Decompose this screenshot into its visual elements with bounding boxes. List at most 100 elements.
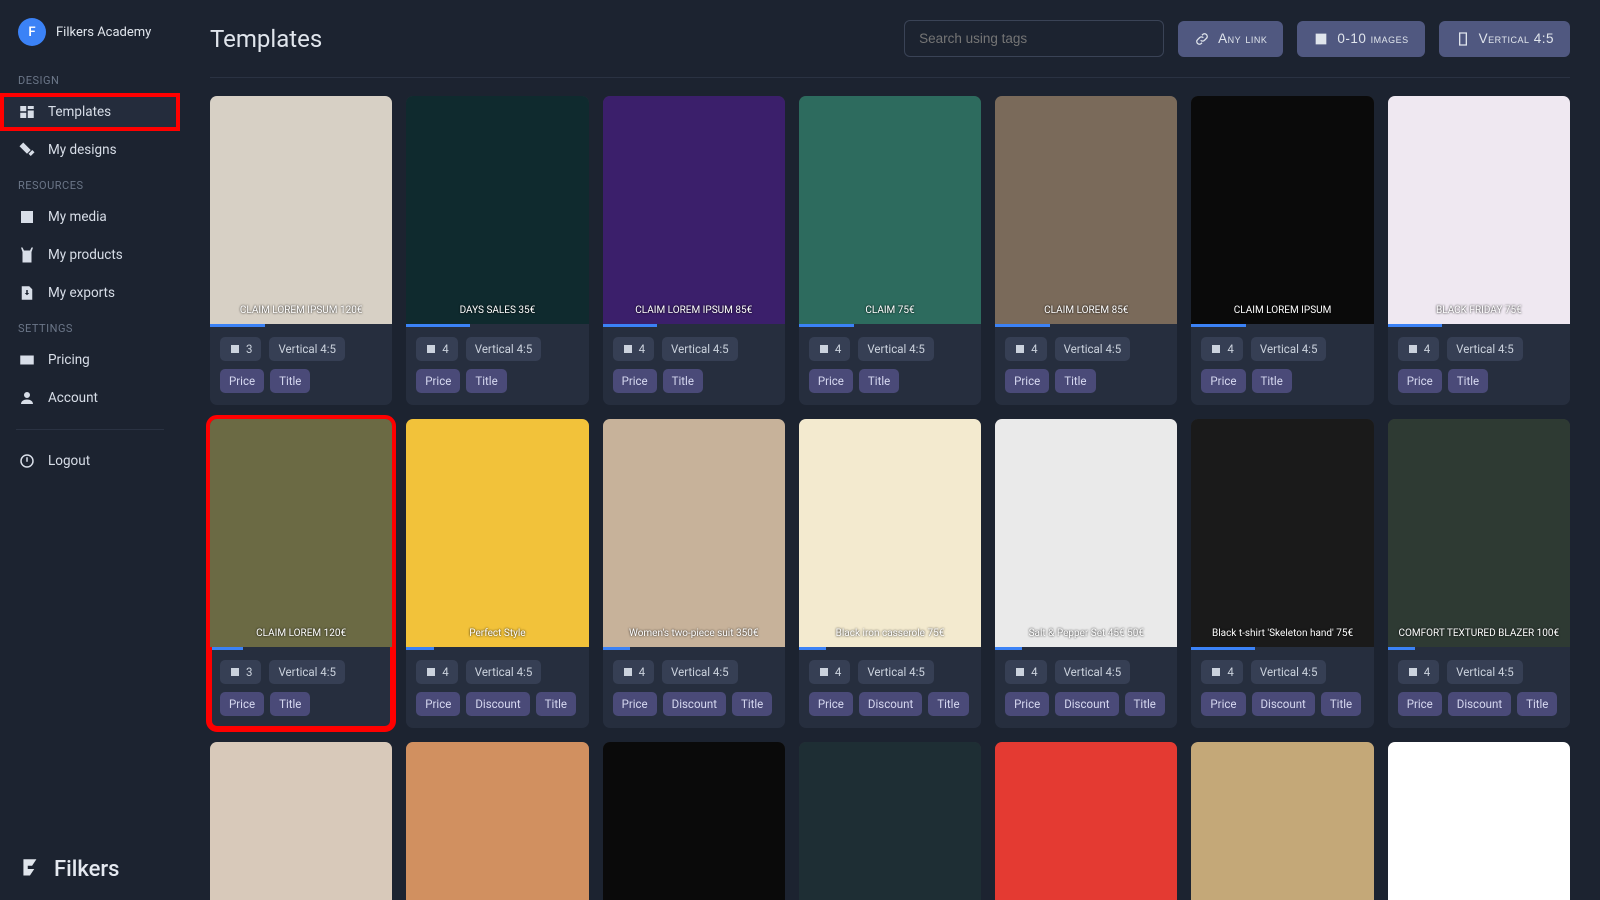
image-count-pill: 4 bbox=[1398, 660, 1439, 684]
template-card[interactable]: CLAIM LOREM IPSUM 120€3Vertical 4:5Price… bbox=[210, 96, 392, 405]
tag[interactable]: Title bbox=[1055, 369, 1095, 393]
filter-images-range[interactable]: 0-10 images bbox=[1297, 21, 1424, 57]
tag[interactable]: Price bbox=[1398, 369, 1442, 393]
template-card[interactable]: Black t-shirt 'Skeleton hand' 75€4Vertic… bbox=[1191, 419, 1373, 728]
tag[interactable]: Discount bbox=[1252, 692, 1315, 716]
template-card[interactable]: CLAIM 75€4Vertical 4:5PriceTitle bbox=[799, 96, 981, 405]
search-field[interactable] bbox=[904, 20, 1164, 57]
image-icon bbox=[229, 343, 241, 355]
template-card[interactable]: OVERSIZE KNITTED PULLOVER4Vertical 4:5 bbox=[1191, 742, 1373, 900]
template-card[interactable]: COMFORT TEXTURED BLAZER 100€4Vertical 4:… bbox=[1388, 419, 1570, 728]
template-card[interactable]: -30% BLACK FRIDAY1Vertical 4:5 bbox=[995, 742, 1177, 900]
nav-my-designs[interactable]: My designs bbox=[0, 131, 180, 169]
template-card[interactable]: DAYS SALES 35€4Vertical 4:5 PriceTitle bbox=[406, 96, 588, 405]
template-card[interactable]: Black iron casserole 75€4Vertical 4:5Pri… bbox=[799, 419, 981, 728]
tag[interactable]: Title bbox=[466, 369, 506, 393]
tag[interactable]: Discount bbox=[859, 692, 922, 716]
template-card[interactable]: BLACK FRIDAY 75€4Vertical 4:5 PriceTitle bbox=[1388, 96, 1570, 405]
template-card[interactable]: BLACK FRIDAY DISCOUNTS4Vertical 4:5 bbox=[1388, 742, 1570, 900]
nav-account[interactable]: Account bbox=[0, 379, 180, 417]
user-profile[interactable]: F Filkers Academy bbox=[0, 18, 180, 64]
template-thumbnail[interactable]: BLACK FRIDAY 75€ bbox=[1388, 96, 1570, 324]
template-card[interactable]: Salt & Pepper Set 45€ 50€4Vertical 4:5Pr… bbox=[995, 419, 1177, 728]
template-thumbnail[interactable]: Salt & Pepper Set 45€ 50€ bbox=[995, 419, 1177, 647]
template-card[interactable]: CLAIM LOREM IPSUM 85€4Vertical 4:5PriceT… bbox=[603, 96, 785, 405]
template-thumbnail[interactable]: CLAIM LOREM IPSUM 120€ bbox=[210, 96, 392, 324]
tag[interactable]: Discount bbox=[663, 692, 726, 716]
nav-my-exports[interactable]: My exports bbox=[0, 274, 180, 312]
template-card[interactable]: CLAIM LOREM IPSUM4Vertical 4:5PriceTitle bbox=[1191, 96, 1373, 405]
template-thumbnail[interactable]: COMFORT TEXTURED BLAZER 100€ bbox=[1388, 419, 1570, 647]
template-thumbnail[interactable]: BLACK FRIDAY 54€ SHOP NOW bbox=[603, 742, 785, 900]
tag[interactable]: Title bbox=[732, 692, 772, 716]
page-title: Templates bbox=[210, 25, 322, 53]
filter-aspect[interactable]: Vertical 4:5 bbox=[1439, 21, 1570, 57]
card-meta-row: 3Vertical 4:5 bbox=[210, 650, 392, 684]
template-card[interactable]: Women's two-piece suit 350€4Vertical 4:5… bbox=[603, 419, 785, 728]
account-icon bbox=[18, 389, 36, 407]
template-card[interactable]: CLAIM LOREM 120€3Vertical 4:5 PriceTitle bbox=[210, 419, 392, 728]
tag[interactable]: Title bbox=[663, 369, 703, 393]
template-thumbnail[interactable]: Women's two-piece suit 350€ bbox=[603, 419, 785, 647]
nav-my-products[interactable]: My products bbox=[0, 236, 180, 274]
tag[interactable]: Title bbox=[1517, 692, 1557, 716]
template-thumbnail[interactable]: OVERSIZE KNITTED PULLOVER bbox=[1191, 742, 1373, 900]
tag[interactable]: Title bbox=[928, 692, 968, 716]
template-card[interactable]: Perfect Style4Vertical 4:5PriceDiscountT… bbox=[406, 419, 588, 728]
template-thumbnail[interactable]: DAYS SALES 35€ bbox=[406, 96, 588, 324]
template-thumbnail[interactable]: MID SEASON SALES 350€ bbox=[406, 742, 588, 900]
tag[interactable]: Price bbox=[416, 369, 460, 393]
tag[interactable]: Price bbox=[220, 692, 264, 716]
template-thumbnail[interactable]: CLAIM LOREM 85€ bbox=[995, 96, 1177, 324]
tag[interactable]: Price bbox=[613, 692, 657, 716]
nav-templates[interactable]: Templates bbox=[0, 93, 180, 131]
tag[interactable]: Price bbox=[1005, 692, 1049, 716]
template-card[interactable]: MID SEASON SALES 350€4Vertical 4:5 bbox=[406, 742, 588, 900]
template-thumbnail[interactable]: CLAIM LOREM 120€ bbox=[210, 419, 392, 647]
tag[interactable]: Title bbox=[1252, 369, 1292, 393]
tag[interactable]: Price bbox=[416, 692, 460, 716]
tag[interactable]: Title bbox=[270, 369, 310, 393]
template-thumbnail[interactable]: CLAIM 75€ bbox=[799, 96, 981, 324]
tag[interactable]: Price bbox=[1201, 692, 1245, 716]
tag[interactable]: Discount bbox=[466, 692, 529, 716]
tag[interactable]: Price bbox=[1005, 369, 1049, 393]
tag[interactable]: Discount bbox=[1448, 692, 1511, 716]
template-thumbnail[interactable]: Perfect Style bbox=[406, 419, 588, 647]
tag[interactable]: Title bbox=[1125, 692, 1165, 716]
card-meta-row: 4Vertical 4:5 bbox=[406, 327, 588, 361]
tag[interactable]: Price bbox=[1201, 369, 1245, 393]
template-thumbnail[interactable]: Advance day eye protect moisturize 75€ 8… bbox=[210, 742, 392, 900]
template-thumbnail[interactable]: BLACK FRIDAY 50% bbox=[799, 742, 981, 900]
search-input[interactable] bbox=[904, 20, 1164, 57]
tag[interactable]: Price bbox=[220, 369, 264, 393]
template-card[interactable]: Advance day eye protect moisturize 75€ 8… bbox=[210, 742, 392, 900]
template-thumbnail[interactable]: CLAIM LOREM IPSUM bbox=[1191, 96, 1373, 324]
tag[interactable]: Price bbox=[809, 692, 853, 716]
template-thumbnail[interactable]: Black t-shirt 'Skeleton hand' 75€ bbox=[1191, 419, 1373, 647]
template-thumbnail[interactable]: BLACK FRIDAY DISCOUNTS bbox=[1388, 742, 1570, 900]
nav-logout[interactable]: Logout bbox=[0, 442, 180, 480]
tag[interactable]: Title bbox=[270, 692, 310, 716]
template-thumbnail[interactable]: -30% BLACK FRIDAY bbox=[995, 742, 1177, 900]
tag[interactable]: Title bbox=[859, 369, 899, 393]
tag[interactable]: Price bbox=[809, 369, 853, 393]
template-thumbnail[interactable]: CLAIM LOREM IPSUM 85€ bbox=[603, 96, 785, 324]
nav-pricing[interactable]: Pricing bbox=[0, 341, 180, 379]
template-thumbnail[interactable]: Black iron casserole 75€ bbox=[799, 419, 981, 647]
template-card[interactable]: BLACK FRIDAY 50%3Vertical 4:5 bbox=[799, 742, 981, 900]
filter-any-link[interactable]: Any link bbox=[1178, 21, 1283, 57]
template-card[interactable]: BLACK FRIDAY 54€ SHOP NOW4Vertical 4:5 bbox=[603, 742, 785, 900]
tag[interactable]: Price bbox=[1398, 692, 1442, 716]
image-icon bbox=[818, 666, 830, 678]
tag[interactable]: Discount bbox=[1055, 692, 1118, 716]
image-count: 4 bbox=[1031, 665, 1037, 679]
tag[interactable]: Title bbox=[536, 692, 576, 716]
card-meta-row: 4Vertical 4:5 bbox=[1388, 327, 1570, 361]
tag[interactable]: Price bbox=[613, 369, 657, 393]
template-card[interactable]: CLAIM LOREM 85€4Vertical 4:5PriceTitle bbox=[995, 96, 1177, 405]
aspect-pill: Vertical 4:5 bbox=[1447, 337, 1523, 361]
tag[interactable]: Title bbox=[1321, 692, 1361, 716]
nav-my-media[interactable]: My media bbox=[0, 198, 180, 236]
tag[interactable]: Title bbox=[1448, 369, 1488, 393]
